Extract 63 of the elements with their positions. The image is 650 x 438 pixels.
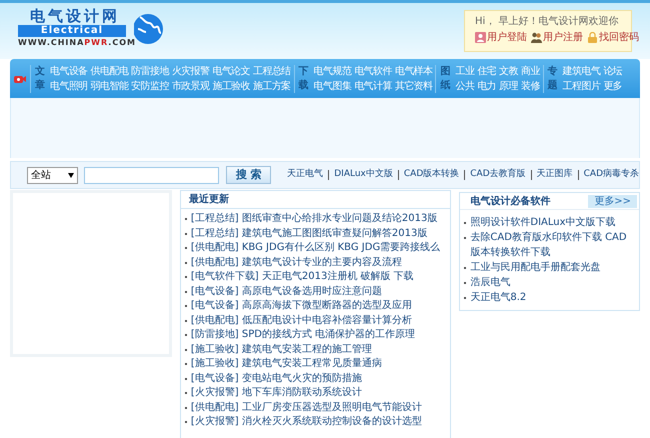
article-link[interactable]: [火灾报警] 消火栓灭火系统联动控制设备的设计选型 bbox=[190, 415, 422, 430]
nav-group-label: 文章 bbox=[35, 64, 45, 92]
article-link[interactable]: [防雷接地] SPD的接线方式 电涌保护器的工作原理 bbox=[190, 328, 416, 342]
article-link[interactable]: [施工验收] 建筑电气安装工程的施工管理 bbox=[190, 342, 372, 357]
quick-link[interactable]: 天正电气 bbox=[287, 168, 324, 182]
bullet-icon bbox=[184, 421, 187, 424]
article-link[interactable]: [工程总结] 图纸审查中心给排水专业问题及结论2013版 bbox=[190, 212, 438, 226]
logo-title: 电气设计网 bbox=[29, 7, 120, 25]
article-link[interactable]: [供电配电] 建筑电气设计专业的主要内容及流程 bbox=[190, 256, 402, 270]
quick-link[interactable]: CAD版本转换 bbox=[404, 168, 460, 182]
article-link[interactable]: [电气设备] 高原高海拔下微型断路器的选型及应用 bbox=[190, 299, 412, 314]
dropdown-icon bbox=[68, 172, 74, 178]
quick-link[interactable]: DIALux中文版 bbox=[334, 168, 393, 182]
article-link[interactable]: [供电配电] 工业厂房变压器选型及照明电气节能设计 bbox=[190, 400, 422, 415]
article-link[interactable]: [施工验收] 建筑电气安装工程常见质量通病 bbox=[190, 357, 382, 372]
bullet-icon bbox=[184, 262, 187, 264]
bullet-icon bbox=[184, 276, 187, 278]
bullet-icon bbox=[184, 363, 187, 366]
software-link[interactable]: 照明设计软件DIALux中文版下载 bbox=[470, 215, 616, 230]
more-link[interactable]: 更多>> bbox=[588, 194, 638, 208]
logo-subtitle: Electrical bbox=[18, 25, 126, 37]
camera-icon bbox=[14, 74, 26, 82]
bullet-icon bbox=[184, 378, 187, 380]
bullet-icon bbox=[184, 232, 187, 235]
account-link[interactable]: 用户注册 bbox=[531, 31, 583, 44]
account-link[interactable]: 找回密码 bbox=[587, 31, 639, 44]
logo-url: WWW.CHINAPWR.COM bbox=[18, 37, 136, 49]
bullet-icon bbox=[184, 334, 187, 336]
account-link[interactable]: 用户登陆 bbox=[475, 31, 527, 44]
lock-icon bbox=[587, 32, 598, 43]
search-field[interactable] bbox=[84, 166, 220, 184]
software-link[interactable]: 浩辰电气 bbox=[470, 275, 510, 290]
scope-select[interactable]: 全站 bbox=[27, 166, 78, 184]
user-icon bbox=[475, 32, 486, 43]
article-link[interactable]: [工程总结] 建筑电气施工图图纸审查疑问解答2013版 bbox=[190, 226, 428, 241]
quick-link[interactable]: CAD病毒专杀 bbox=[584, 168, 639, 182]
users-icon bbox=[531, 32, 542, 43]
article-link[interactable]: [电气软件下载] 天正电气2013注册机 破解版 下载 bbox=[190, 270, 414, 284]
software-link[interactable]: 工业与民用配电手册配套光盘 bbox=[470, 260, 600, 275]
bullet-icon bbox=[184, 348, 187, 351]
article-link[interactable]: [电气设备] 变电站电气火灾的预防措施 bbox=[190, 372, 362, 386]
greeting-text: Hi， 早上好！电气设计网欢迎你 bbox=[475, 15, 620, 28]
article-link[interactable]: [供电配电] 低压配电设计中电容补偿容量计算分析 bbox=[190, 314, 412, 328]
software-link[interactable]: 天正电气8.2 bbox=[470, 290, 526, 305]
nav-group-label: 图纸 bbox=[440, 64, 450, 92]
quick-link[interactable]: 天正图库 bbox=[536, 168, 573, 182]
search-button[interactable]: 搜 索 bbox=[226, 166, 272, 184]
article-link[interactable]: [电气设备] 高原电气设备选用时应注意问题 bbox=[190, 284, 382, 299]
nav-group-label: 下载 bbox=[298, 64, 309, 92]
bullet-icon bbox=[184, 406, 187, 409]
bullet-icon bbox=[184, 305, 187, 308]
bullet-icon bbox=[184, 290, 187, 293]
bullet-icon bbox=[184, 247, 187, 250]
quick-link[interactable]: CAD去教育版 bbox=[470, 168, 526, 182]
article-link[interactable]: [供电配电] KBG JDG有什么区别 KBG JDG需要跨接线么 bbox=[190, 241, 440, 256]
panel-title: 电气设计必备软件 bbox=[470, 194, 550, 208]
article-link[interactable]: [火灾报警] 地下车库消防联动系统设计 bbox=[190, 386, 362, 400]
software-link[interactable]: 去除CAD教育版水印软件下载 CAD版本转换软件下载 bbox=[470, 230, 636, 260]
bullet-icon bbox=[184, 320, 187, 322]
bullet-icon bbox=[184, 218, 187, 220]
panel-title: 最近更新 bbox=[188, 192, 229, 207]
bullet-icon bbox=[184, 392, 187, 394]
nav-group-label: 专题 bbox=[548, 64, 558, 92]
